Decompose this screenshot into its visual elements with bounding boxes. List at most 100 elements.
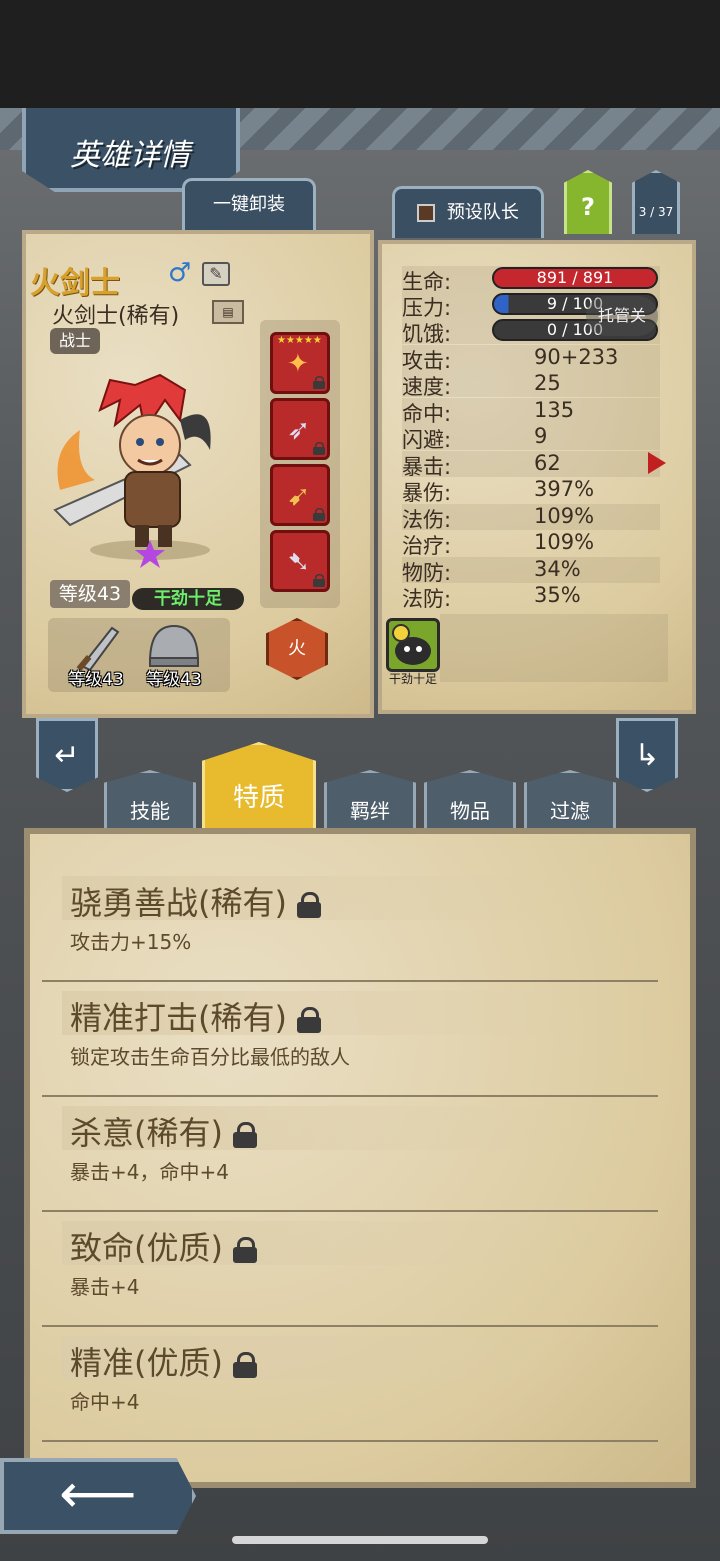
trait-title: 精准(优质) [70, 1344, 223, 1382]
hp-value: 891 / 891 [536, 268, 614, 287]
male-gender-icon: ♂ [168, 258, 192, 288]
screen-title: 英雄详情 [70, 138, 190, 173]
trait-title: 精准打击(稀有) [70, 999, 287, 1037]
next-hero-button[interactable]: ↳ [616, 718, 678, 792]
stat-label: 饥饿: [402, 322, 452, 346]
arrow-skill-icon: ➹ [287, 479, 311, 512]
hero-subtitle: 火剑士(稀有) [52, 304, 180, 329]
edit-name-icon[interactable]: ✎ [202, 262, 230, 286]
stat-value: 135 [534, 398, 575, 422]
lock-icon [232, 1237, 257, 1263]
skill-slot-4[interactable]: ➷ [270, 530, 330, 592]
page-indicator-tab: 3 / 37 [632, 170, 680, 234]
stat-value: 62 [534, 451, 561, 475]
hp-bar: 891 / 891 [492, 267, 658, 289]
stat-value: 9 [534, 424, 548, 448]
stat-row-attack: 攻击: 90+233 [402, 345, 660, 373]
stat-row-magic-defense: 法防: 35% [402, 583, 660, 611]
armor-level: 等级43 [146, 670, 202, 690]
trait-title-row: 致命(优质) [70, 1223, 257, 1269]
arrow-right-icon: ↳ [634, 738, 660, 773]
page-indicator: 3 / 37 [638, 205, 674, 219]
trait-title: 杀意(稀有) [70, 1114, 223, 1152]
lock-icon [232, 1122, 257, 1148]
stat-value: 35% [534, 583, 581, 607]
stat-label: 治疗: [402, 534, 452, 558]
stat-value: 109% [534, 530, 595, 554]
arrow-left-icon: ↵ [54, 738, 80, 773]
trait-title-row: 杀意(稀有) [70, 1108, 257, 1154]
stat-value: 397% [534, 477, 595, 501]
lock-icon [296, 892, 321, 918]
help-button[interactable]: ? [564, 170, 612, 234]
stat-row-speed: 速度: 25 [402, 371, 660, 399]
spear-skill-icon: ➷ [287, 545, 311, 578]
back-arrow-icon: ⟵ [59, 1462, 137, 1525]
trait-title-row: 精准(优质) [70, 1338, 257, 1384]
fire-slash-skill-icon: ✦ [287, 349, 309, 379]
lock-icon [313, 508, 325, 521]
checkbox-icon[interactable] [417, 204, 436, 222]
stat-label: 法防: [402, 587, 452, 611]
hero-level-badge: 等级43 [50, 580, 130, 608]
unequip-all-button[interactable]: 一键卸装 [182, 178, 316, 230]
lock-icon [313, 376, 325, 389]
stat-label: 暴伤: [402, 481, 452, 505]
unequip-all-label: 一键卸装 [213, 194, 285, 215]
stat-value: 25 [534, 371, 561, 395]
trait-description: 攻击力+15% [70, 930, 192, 954]
skill-slot-2[interactable]: ➶ [270, 398, 330, 460]
stat-row-physical-defense: 物防: 34% [402, 557, 660, 585]
preset-leader-label: 预设队长 [446, 202, 519, 223]
preset-leader-toggle[interactable]: 预设队长 [392, 186, 544, 238]
status-effect-area [440, 614, 668, 682]
trait-entry[interactable]: 杀意(稀有) 暴击+4，命中+4 [42, 1100, 658, 1212]
smile-face-icon [392, 624, 431, 665]
tab-label: 羁绊 [350, 799, 390, 823]
hero-portrait [53, 373, 211, 568]
lock-icon [313, 574, 325, 587]
help-icon: ? [581, 193, 595, 221]
stat-label: 速度: [402, 375, 452, 399]
stat-value: 34% [534, 557, 581, 581]
energetic-status-icon[interactable] [386, 618, 440, 672]
armor-slot[interactable]: 等级43 [132, 618, 216, 692]
previous-hero-button[interactable]: ↵ [36, 718, 98, 792]
weapon-slot[interactable]: 等级43 [54, 618, 138, 692]
status-bar-area [0, 0, 720, 108]
stat-row-crit-damage: 暴伤: 397% [402, 477, 660, 505]
energetic-status-label: 干劲十足 [388, 672, 437, 686]
tab-label: 物品 [450, 799, 490, 823]
lock-icon [313, 442, 325, 455]
lock-icon [232, 1352, 257, 1378]
trait-description: 锁定攻击生命百分比最低的敌人 [70, 1045, 350, 1069]
trait-title: 骁勇善战(稀有) [70, 884, 287, 922]
hero-name: 火剑士 [30, 266, 120, 301]
stat-row-crit: 暴击: 62 [402, 451, 660, 479]
trait-entry[interactable]: 精准(优质) 命中+4 [42, 1330, 658, 1442]
tab-label: 过滤 [550, 799, 590, 823]
expand-stats-arrow-icon[interactable] [648, 452, 666, 474]
trait-entry[interactable]: 精准打击(稀有) 锁定攻击生命百分比最低的敌人 [42, 985, 658, 1097]
lock-icon [296, 1007, 321, 1033]
trait-title-row: 骁勇善战(稀有) [70, 878, 321, 924]
hero-info-icon[interactable]: ▤ [212, 300, 244, 324]
skill-slot-1[interactable]: ★★★★★ ✦ [270, 332, 330, 394]
stat-label: 闪避: [402, 428, 452, 452]
trait-description: 暴击+4 [70, 1275, 140, 1299]
back-button[interactable]: ⟵ [0, 1458, 196, 1534]
skill-slot-3[interactable]: ➹ [270, 464, 330, 526]
stat-row-accuracy: 命中: 135 [402, 398, 660, 426]
blade-skill-icon: ➶ [287, 413, 311, 446]
trait-title-row: 精准打击(稀有) [70, 993, 321, 1039]
stat-value: 109% [534, 504, 595, 528]
trait-entry[interactable]: 致命(优质) 暴击+4 [42, 1215, 658, 1327]
home-indicator[interactable] [232, 1536, 488, 1544]
tab-label: 特质 [232, 783, 285, 813]
trait-title: 致命(优质) [70, 1229, 223, 1267]
stat-value: 90+233 [534, 345, 619, 369]
auto-toggle-button[interactable]: 托管关 [586, 296, 658, 336]
trait-entry[interactable]: 骁勇善战(稀有) 攻击力+15% [42, 870, 658, 982]
weapon-level: 等级43 [68, 670, 124, 690]
stat-row-magic-damage: 法伤: 109% [402, 504, 660, 532]
